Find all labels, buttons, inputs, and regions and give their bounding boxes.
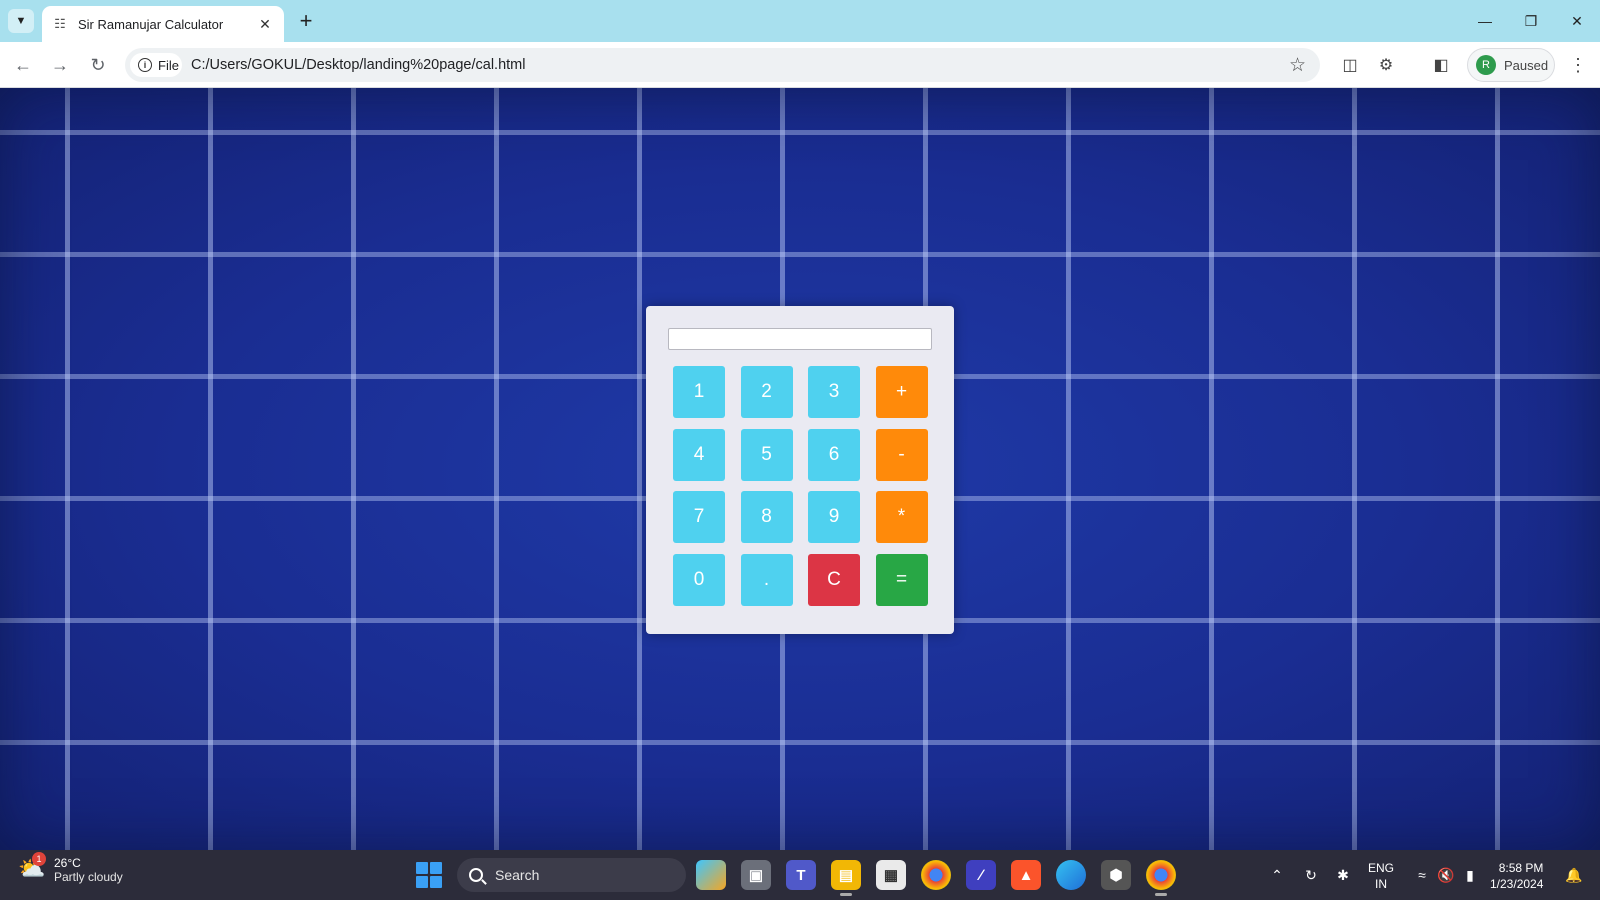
chrome-icon[interactable] — [921, 860, 951, 890]
weather-widget[interactable]: ⛅ 1 26°C Partly cloudy — [18, 852, 123, 884]
app-icon[interactable]: ⬢ — [1101, 860, 1131, 890]
extensions-icon[interactable]: ⚙ — [1374, 53, 1398, 77]
task-view-icon[interactable]: ▣ — [741, 860, 771, 890]
avatar: R — [1476, 55, 1496, 75]
calculator: 1 2 3 + 4 5 6 - 7 8 9 * 0 . C = — [646, 306, 954, 634]
key-4[interactable]: 4 — [673, 428, 725, 481]
windows-start-icon[interactable] — [416, 862, 442, 888]
tab-search-button[interactable]: ▼ — [8, 9, 34, 33]
page-background: 1 2 3 + 4 5 6 - 7 8 9 * 0 . C = — [0, 88, 1600, 850]
site-chip-label: File — [158, 57, 179, 73]
weather-temp: 26°C — [54, 856, 81, 870]
edge-icon[interactable] — [1056, 860, 1086, 890]
tab-active[interactable]: ☷ Sir Ramanujar Calculator ✕ — [42, 6, 284, 42]
key-clear[interactable]: C — [808, 553, 860, 606]
title-bar: ▼ ☷ Sir Ramanujar Calculator ✕ + — ❐ ✕ — [0, 0, 1600, 42]
partly-cloudy-icon: ⛅ 1 — [18, 852, 46, 881]
key-3[interactable]: 3 — [808, 366, 860, 418]
new-tab-button[interactable]: + — [294, 9, 318, 33]
calculator-display[interactable] — [668, 328, 932, 350]
window-controls: — ❐ ✕ — [1462, 0, 1600, 42]
key-8[interactable]: 8 — [740, 491, 793, 543]
clock-date: 1/23/2024 — [1490, 877, 1544, 891]
clock[interactable]: 8:58 PM 1/23/2024 — [1490, 860, 1543, 892]
notification-badge: 1 — [32, 852, 46, 866]
bookmark-star-icon[interactable]: ☆ — [1289, 54, 1306, 77]
chevron-down-icon: ▼ — [15, 15, 27, 27]
clock-time: 8:58 PM — [1498, 861, 1544, 875]
weather-condition: Partly cloudy — [54, 870, 123, 884]
site-info-chip[interactable]: i File — [130, 53, 182, 77]
copilot-app-icon[interactable] — [696, 860, 726, 890]
system-tray: ⌃ ↻ ✱ — [1265, 850, 1355, 900]
tab-title: Sir Ramanujar Calculator — [78, 16, 224, 32]
info-icon: i — [138, 58, 152, 72]
key-equals[interactable]: = — [875, 553, 928, 606]
lang-line2: IN — [1375, 877, 1387, 891]
back-arrow-icon[interactable]: ← — [9, 51, 37, 79]
page-icon: ☷ — [54, 16, 66, 31]
key-minus[interactable]: - — [875, 428, 928, 481]
key-1[interactable]: 1 — [673, 366, 725, 418]
sync-icon[interactable]: ↻ — [1299, 863, 1323, 887]
close-tab-icon[interactable]: ✕ — [256, 16, 274, 33]
reload-icon[interactable]: ↻ — [84, 51, 112, 79]
vscode-alt-icon[interactable]: ∕ — [966, 860, 996, 890]
key-plus[interactable]: + — [875, 366, 928, 418]
store-icon[interactable]: ▦ — [876, 860, 906, 890]
battery-icon: ▮ — [1466, 866, 1474, 883]
search-icon — [469, 868, 483, 882]
kebab-menu-icon[interactable]: ⋮ — [1566, 53, 1590, 77]
notifications-icon[interactable]: 🔔 — [1562, 863, 1586, 887]
key-decimal[interactable]: . — [740, 553, 793, 606]
address-bar[interactable]: i File C:/Users/GOKUL/Desktop/landing%20… — [125, 48, 1320, 82]
search-label: Search — [495, 867, 540, 883]
volume-muted-icon: 🔇 — [1437, 866, 1455, 883]
restore-icon[interactable]: ❐ — [1508, 0, 1554, 42]
calculator-keypad: 1 2 3 + 4 5 6 - 7 8 9 * 0 . C = — [673, 366, 928, 606]
wifi-icon: ≈ — [1418, 867, 1426, 883]
forward-arrow-icon[interactable]: → — [46, 51, 74, 79]
key-multiply[interactable]: * — [875, 491, 928, 543]
file-explorer-icon[interactable]: ▤ — [831, 860, 861, 896]
minimize-icon[interactable]: — — [1462, 0, 1508, 42]
side-panel-icon[interactable]: ◧ — [1429, 53, 1453, 77]
lang-line1: ENG — [1368, 861, 1395, 875]
chrome-profile-icon[interactable] — [1146, 860, 1176, 896]
profile-status: Paused — [1504, 57, 1549, 73]
quick-settings[interactable]: ≈ 🔇 ▮ — [1410, 850, 1482, 900]
browser-toolbar: ← → ↻ i File C:/Users/GOKUL/Desktop/land… — [0, 42, 1600, 88]
key-5[interactable]: 5 — [740, 428, 793, 481]
key-0[interactable]: 0 — [673, 553, 725, 606]
key-6[interactable]: 6 — [808, 428, 860, 481]
taskbar-search[interactable]: Search — [457, 858, 686, 892]
bluetooth-icon[interactable]: ✱ — [1331, 863, 1355, 887]
close-window-icon[interactable]: ✕ — [1554, 0, 1600, 42]
teams-icon[interactable]: T — [786, 860, 816, 890]
url-text[interactable]: C:/Users/GOKUL/Desktop/landing%20page/ca… — [191, 57, 525, 73]
profile-button[interactable]: R Paused — [1467, 48, 1555, 82]
brave-icon[interactable]: ▲ — [1011, 860, 1041, 890]
key-9[interactable]: 9 — [808, 491, 860, 543]
chevron-up-icon[interactable]: ⌃ — [1265, 863, 1289, 887]
taskbar: ⛅ 1 26°C Partly cloudy Search ▣ T ▤ ▦ ∕ … — [0, 850, 1600, 900]
key-2[interactable]: 2 — [740, 366, 793, 418]
language-indicator[interactable]: ENG IN — [1368, 860, 1394, 892]
key-7[interactable]: 7 — [673, 491, 725, 543]
install-app-icon[interactable]: ◫ — [1338, 53, 1362, 77]
